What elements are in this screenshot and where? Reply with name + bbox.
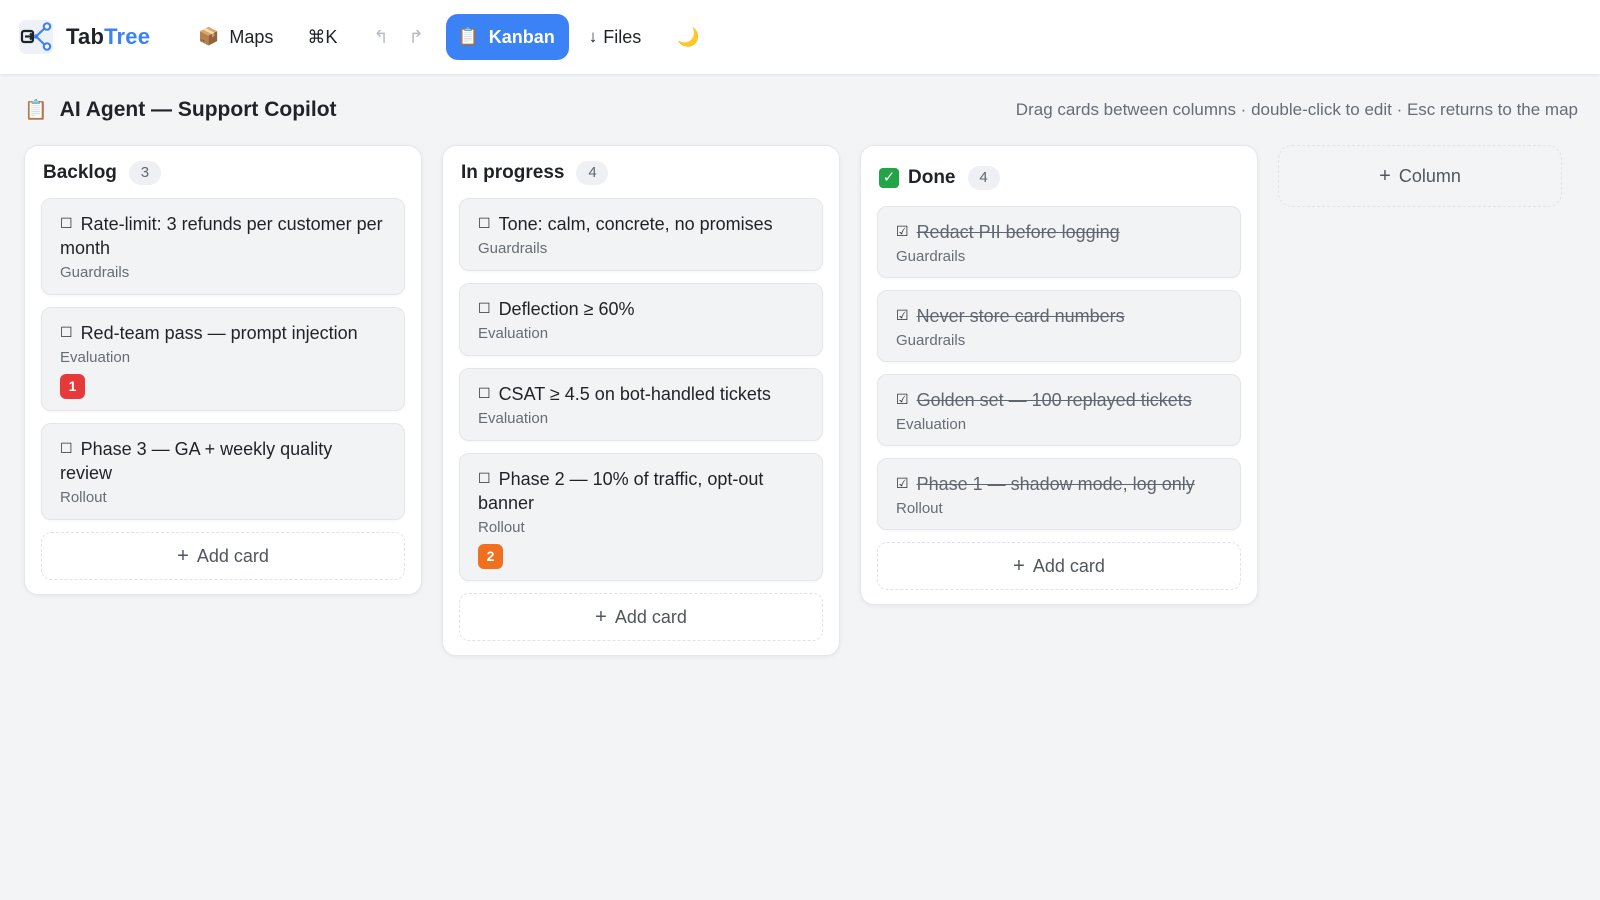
card[interactable]: ☐ CSAT ≥ 4.5 on bot-handled tickets Evalu… bbox=[459, 368, 823, 441]
page-header: 📋 AI Agent — Support Copilot Drag cards … bbox=[24, 94, 1578, 126]
clipboard-icon: 📋 bbox=[24, 100, 48, 121]
maps-label: Maps bbox=[229, 26, 274, 47]
card-title: ☑ Redact PII before logging bbox=[896, 222, 1120, 242]
checked-box-icon[interactable]: ☑ bbox=[896, 475, 909, 491]
app-name: TabTree bbox=[66, 24, 151, 49]
checked-box-icon[interactable]: ☑ bbox=[896, 391, 909, 407]
moon-icon: 🌙 bbox=[677, 26, 700, 47]
redo-button[interactable]: ↱ bbox=[398, 14, 433, 60]
add-column-label: Column bbox=[1398, 165, 1461, 186]
card-tag: Rollout bbox=[896, 500, 943, 517]
column-done: ✓ Done 4 ☑ Redact PII before logging Guar… bbox=[860, 145, 1258, 605]
card-tag: Evaluation bbox=[60, 349, 131, 366]
plus-icon: + bbox=[1013, 554, 1025, 577]
card[interactable]: ☐ Phase 3 — GA + weekly quality review Ro… bbox=[41, 423, 405, 520]
column-header[interactable]: ✓ Done 4 bbox=[877, 160, 1241, 196]
checkbox-icon[interactable]: ☐ bbox=[60, 324, 73, 340]
page-title: 📋 AI Agent — Support Copilot bbox=[24, 98, 337, 122]
column-title: Done bbox=[908, 167, 956, 188]
clipboard-icon: 📋 bbox=[457, 27, 479, 46]
undo-icon: ↰ bbox=[373, 26, 389, 47]
card[interactable]: ☐ Deflection ≥ 60% Evaluation bbox=[459, 283, 823, 356]
add-card-label: Add card bbox=[196, 545, 269, 566]
page-hint: Drag cards between columns · double-clic… bbox=[1015, 100, 1578, 119]
add-card-button[interactable]: + Add card bbox=[459, 593, 823, 641]
card-title: ☐ Tone: calm, concrete, no promises bbox=[478, 214, 773, 234]
column-backlog: Backlog 3 ☐ Rate-limit: 3 refunds per cus… bbox=[24, 145, 422, 595]
card-title: ☐ Phase 2 — 10% of traffic, opt-out banne… bbox=[478, 469, 764, 513]
tree-share-icon bbox=[19, 20, 53, 54]
card-title: ☐ Phase 3 — GA + weekly quality review bbox=[60, 439, 333, 483]
column-header[interactable]: In progress 4 bbox=[459, 158, 823, 188]
kanban-board: Backlog 3 ☐ Rate-limit: 3 refunds per cus… bbox=[24, 145, 1578, 885]
card-tag: Evaluation bbox=[478, 325, 549, 342]
top-bar: TabTree 📦 Maps ⌘K ↰ ↱ 📋 Kanban ↓ Files 🌙 bbox=[0, 0, 1600, 74]
card[interactable]: ☑ Golden set — 100 replayed tickets Evalu… bbox=[877, 374, 1241, 446]
checkbox-icon[interactable]: ☐ bbox=[478, 470, 491, 486]
command-label: ⌘K bbox=[307, 26, 338, 47]
undo-button[interactable]: ↰ bbox=[363, 14, 398, 60]
column-in-progress: In progress 4 ☐ Tone: calm, concrete, no … bbox=[442, 145, 840, 656]
card-tag: Guardrails bbox=[60, 264, 130, 281]
checkbox-icon[interactable]: ☐ bbox=[478, 300, 491, 316]
kanban-label: Kanban bbox=[488, 26, 555, 47]
plus-icon: + bbox=[1379, 164, 1391, 187]
card-badge: 2 bbox=[478, 544, 503, 569]
plus-icon: + bbox=[177, 544, 189, 567]
column-count: 4 bbox=[967, 166, 1000, 190]
add-card-button[interactable]: + Add card bbox=[877, 542, 1241, 590]
column-title: Backlog bbox=[43, 162, 117, 183]
column-count: 3 bbox=[128, 161, 161, 185]
checkbox-icon[interactable]: ☐ bbox=[60, 215, 73, 231]
add-card-label: Add card bbox=[614, 606, 687, 627]
card[interactable]: ☐ Phase 2 — 10% of traffic, opt-out banne… bbox=[459, 453, 823, 581]
files-button[interactable]: ↓ Files bbox=[577, 14, 654, 60]
page-title-text: AI Agent — Support Copilot bbox=[59, 98, 337, 121]
card-title: ☑ Never store card numbers bbox=[896, 306, 1125, 326]
card-tag: Evaluation bbox=[896, 416, 967, 433]
card-tag: Rollout bbox=[60, 489, 107, 506]
checkbox-icon[interactable]: ☐ bbox=[60, 440, 73, 456]
add-card-label: Add card bbox=[1032, 555, 1105, 576]
checked-box-icon[interactable]: ☑ bbox=[896, 223, 909, 239]
download-arrow-icon: ↓ bbox=[588, 27, 598, 46]
card-tag: Guardrails bbox=[896, 332, 966, 349]
card-badge: 1 bbox=[60, 374, 85, 399]
add-card-button[interactable]: + Add card bbox=[41, 532, 405, 580]
card-title: ☑ Phase 1 — shadow mode, log only bbox=[896, 474, 1195, 494]
card-title: ☑ Golden set — 100 replayed tickets bbox=[896, 390, 1192, 410]
redo-icon: ↱ bbox=[408, 26, 424, 47]
card-tag: Evaluation bbox=[478, 410, 549, 427]
card-title: ☐ CSAT ≥ 4.5 on bot-handled tickets bbox=[478, 384, 771, 404]
checkbox-icon[interactable]: ☐ bbox=[478, 385, 491, 401]
plus-icon: + bbox=[595, 605, 607, 628]
app-logo[interactable]: TabTree bbox=[18, 17, 150, 57]
kanban-button[interactable]: 📋 Kanban bbox=[445, 14, 569, 60]
command-palette-button[interactable]: ⌘K bbox=[295, 14, 349, 60]
card[interactable]: ☑ Phase 1 — shadow mode, log only Rollout bbox=[877, 458, 1241, 530]
card-tag: Guardrails bbox=[896, 248, 966, 265]
column-title: In progress bbox=[461, 162, 565, 183]
card-tag: Guardrails bbox=[478, 240, 548, 257]
card[interactable]: ☑ Never store card numbers Guardrails bbox=[877, 290, 1241, 362]
check-mark-icon: ✓ bbox=[879, 168, 899, 188]
add-column-button[interactable]: + Column bbox=[1278, 145, 1562, 207]
card[interactable]: ☑ Redact PII before logging Guardrails bbox=[877, 206, 1241, 278]
maps-button[interactable]: 📦 Maps bbox=[186, 14, 285, 60]
card-title: ☐ Red-team pass — prompt injection bbox=[60, 323, 358, 343]
column-count: 4 bbox=[576, 161, 609, 185]
card[interactable]: ☐ Tone: calm, concrete, no promises Guard… bbox=[459, 198, 823, 271]
column-header[interactable]: Backlog 3 bbox=[41, 158, 405, 188]
checked-box-icon[interactable]: ☑ bbox=[896, 307, 909, 323]
card[interactable]: ☐ Rate-limit: 3 refunds per customer per … bbox=[41, 198, 405, 295]
card-title: ☐ Deflection ≥ 60% bbox=[478, 299, 635, 319]
card[interactable]: ☐ Red-team pass — prompt injection Evalua… bbox=[41, 307, 405, 411]
card-tag: Rollout bbox=[478, 519, 525, 536]
files-label: Files bbox=[603, 26, 642, 47]
card-title: ☐ Rate-limit: 3 refunds per customer per … bbox=[60, 214, 383, 258]
checkbox-icon[interactable]: ☐ bbox=[478, 215, 491, 231]
theme-toggle-button[interactable]: 🌙 bbox=[667, 14, 709, 60]
box-icon: 📦 bbox=[198, 27, 220, 46]
